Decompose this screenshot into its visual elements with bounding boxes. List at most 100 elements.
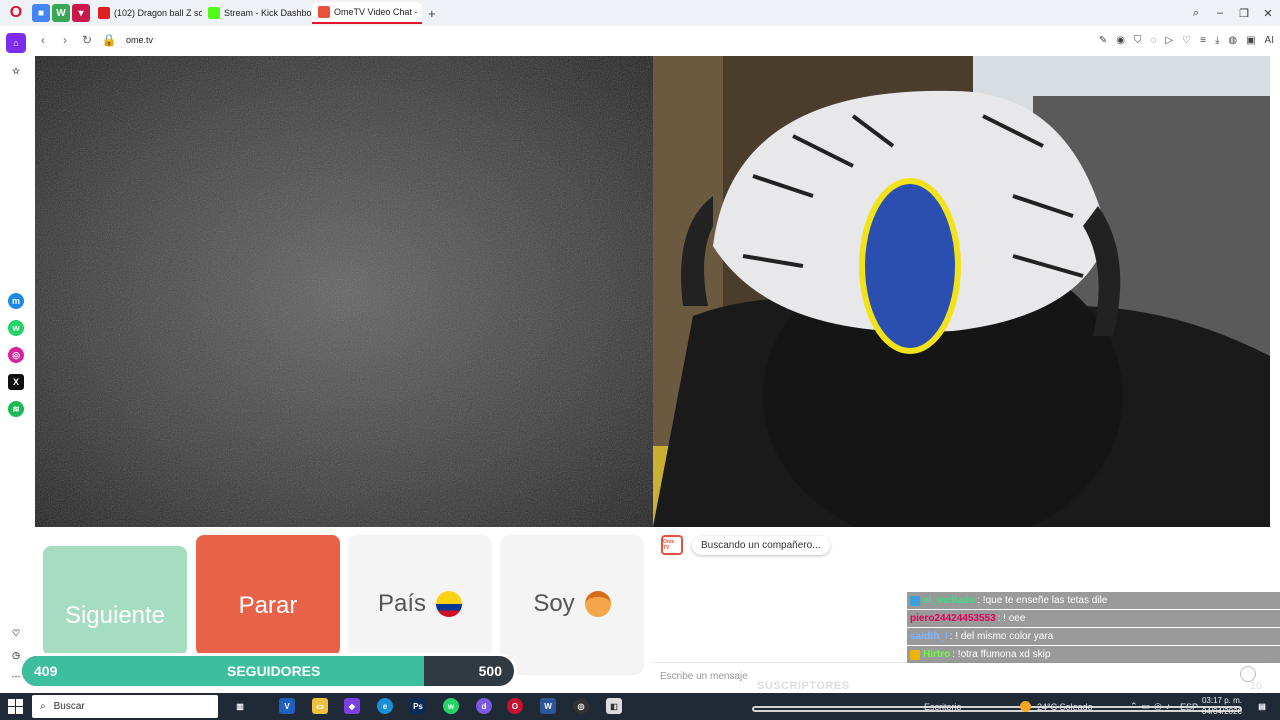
- search-icon: ⌕: [40, 701, 46, 712]
- notifications-icon[interactable]: ▤: [1254, 698, 1270, 714]
- message-input[interactable]: Escribe un mensaje: [653, 662, 1270, 690]
- windows-start-icon[interactable]: [8, 699, 23, 714]
- photoshop-icon[interactable]: Ps: [410, 698, 426, 714]
- file-explorer-icon[interactable]: ▭: [312, 698, 328, 714]
- comment-text: : !otra ffumona xd skip: [952, 649, 1051, 660]
- status-message: Buscando un compañero...: [692, 536, 830, 555]
- spotify-icon[interactable]: ≋: [8, 401, 24, 417]
- tab-kick-dashboard[interactable]: Stream - Kick Dashboard: [202, 2, 312, 24]
- kick-icon: [208, 7, 220, 19]
- reload-button[interactable]: ↻: [76, 33, 98, 47]
- task-view-icon[interactable]: ▥: [232, 698, 248, 714]
- heart-icon[interactable]: ♡: [1182, 35, 1191, 46]
- obs-icon[interactable]: ◎: [573, 698, 589, 714]
- ai-button[interactable]: AI: [1265, 35, 1274, 46]
- new-tab-button[interactable]: +: [422, 6, 442, 21]
- url-field[interactable]: ome.tv: [126, 35, 153, 45]
- home-icon[interactable]: ⌂: [6, 33, 26, 53]
- youtube-icon: [98, 7, 110, 19]
- maximize-button[interactable]: ❐: [1232, 7, 1256, 20]
- self-webcam-video: [653, 56, 1270, 527]
- stream-chat-overlay: el_incitado : !que te enseñe las tetas d…: [907, 592, 1280, 664]
- profile-icon[interactable]: ◍: [1228, 35, 1237, 46]
- badge-icon: [910, 649, 920, 660]
- tab-dragon-ball[interactable]: (102) Dragon ball Z sound: [92, 2, 202, 24]
- next-button[interactable]: Siguiente: [43, 546, 187, 656]
- copilot-icon[interactable]: ◆: [344, 698, 360, 714]
- subscribers-count: 10: [1250, 680, 1263, 692]
- comment-user: saidth_l: [910, 631, 948, 642]
- sun-icon: [1020, 701, 1031, 712]
- download-icon[interactable]: ⤓: [1215, 35, 1219, 46]
- search-placeholder: Buscar: [53, 701, 85, 712]
- star-icon[interactable]: ☆: [8, 63, 24, 79]
- instagram-icon[interactable]: ◎: [8, 347, 24, 363]
- stop-label: Parar: [238, 591, 298, 619]
- list-item: piero24424453553 : ! oee: [907, 610, 1280, 627]
- list-item: Hirtro : !otra ffumona xd skip: [907, 646, 1280, 663]
- stop-button[interactable]: Parar: [196, 535, 340, 656]
- back-button[interactable]: ‹: [32, 33, 54, 47]
- desktop-label[interactable]: Escritorio: [924, 693, 962, 720]
- weather-text: 24°C Soleado: [1037, 701, 1093, 712]
- vpn-icon[interactable]: ◌: [1150, 35, 1156, 46]
- heart-sidebar-icon[interactable]: ♡: [8, 625, 24, 641]
- boy-emoji-icon: [584, 591, 611, 617]
- discord-icon[interactable]: d: [476, 698, 492, 714]
- address-bar: ‹ › ↻ 🔒 ome.tv ✎ ◉ ⛉ ◌ ▷ ♡ ≡ ⤓ ◍ ▣ AI: [32, 27, 1280, 53]
- opera-taskbar-icon[interactable]: O: [507, 698, 523, 714]
- edit-icon[interactable]: ✎: [1099, 35, 1107, 46]
- tab-label: OmeTV Video Chat -: [334, 7, 418, 17]
- play-icon[interactable]: ▷: [1165, 35, 1173, 46]
- app-icon[interactable]: ◧: [606, 698, 622, 714]
- opera-logo-icon[interactable]: O: [0, 0, 32, 26]
- lock-icon: 🔒: [101, 33, 117, 47]
- list-item: el_incitado : !que te enseñe las tetas d…: [907, 592, 1280, 609]
- comment-text: : ! del mismo color yara: [949, 631, 1054, 642]
- menu-icon[interactable]: ≡: [1200, 35, 1206, 46]
- clock-time: 03:17 p. m.: [1201, 696, 1242, 705]
- whatsapp-taskbar-icon[interactable]: w: [443, 698, 459, 714]
- x-icon[interactable]: X: [8, 374, 24, 390]
- ometv-chat-logo: Ome TV: [661, 535, 683, 555]
- comment-text: : ! oee: [997, 613, 1026, 624]
- opera-sidebar: ⌂ ☆ m w ◎ X ≋ ♡ ◷ ⋯: [0, 27, 32, 690]
- minimize-button[interactable]: –: [1208, 7, 1232, 19]
- word-icon[interactable]: W: [540, 698, 556, 714]
- messenger-icon[interactable]: m: [8, 293, 24, 309]
- forward-button[interactable]: ›: [54, 33, 76, 47]
- pinned-tab-grid-icon[interactable]: ■: [32, 4, 50, 22]
- ometv-icon: [318, 6, 330, 18]
- vegas-icon[interactable]: V: [279, 698, 295, 714]
- weather-widget[interactable]: 24°C Soleado: [1020, 693, 1093, 720]
- close-window-button[interactable]: ✕: [1256, 7, 1280, 20]
- whatsapp-icon[interactable]: w: [8, 320, 24, 336]
- pinned-tab-w-icon[interactable]: W: [52, 4, 70, 22]
- comment-user: Hirtro: [923, 649, 951, 660]
- pinned-tab-v-icon[interactable]: ▾: [72, 4, 90, 22]
- followers-goal-bar: 409 SEGUIDORES 500: [19, 653, 517, 689]
- taskbar-search[interactable]: ⌕ Buscar: [32, 695, 218, 718]
- camera-icon[interactable]: ◉: [1116, 35, 1125, 46]
- tab-ometv[interactable]: OmeTV Video Chat -: [312, 2, 422, 24]
- extension-icon[interactable]: ▣: [1246, 35, 1255, 46]
- tab-search-icon[interactable]: ⌕: [1184, 7, 1208, 20]
- followers-current: 409: [34, 663, 58, 679]
- window-controls: ⌕ – ❐ ✕: [1184, 0, 1280, 26]
- shield-icon[interactable]: ⛉: [1134, 35, 1142, 46]
- clock-date: 04/04/2026: [1201, 707, 1242, 716]
- system-tray-icons[interactable]: ⌃▭◎♪: [1130, 693, 1174, 720]
- comment-user: piero24424453553: [910, 613, 996, 624]
- subscribers-label: SUSCRIPTORES: [757, 680, 850, 692]
- noise-texture: [35, 56, 653, 527]
- badge-icon: [910, 595, 920, 606]
- next-label: Siguiente: [64, 602, 166, 629]
- edge-icon[interactable]: e: [377, 698, 393, 714]
- list-item: saidth_l : ! del mismo color yara: [907, 628, 1280, 645]
- webcam-image: [653, 56, 1270, 527]
- colombia-flag-icon: [436, 591, 463, 617]
- windows-taskbar: ⌕ Buscar ▥ V ▭ ◆ e Ps w d O W ◎ ◧ Escrit…: [0, 693, 1280, 720]
- clock[interactable]: 03:17 p. m. 04/04/2026: [1202, 695, 1242, 717]
- gender-button[interactable]: Soy: [501, 535, 643, 673]
- language-indicator[interactable]: ESP: [1180, 693, 1198, 720]
